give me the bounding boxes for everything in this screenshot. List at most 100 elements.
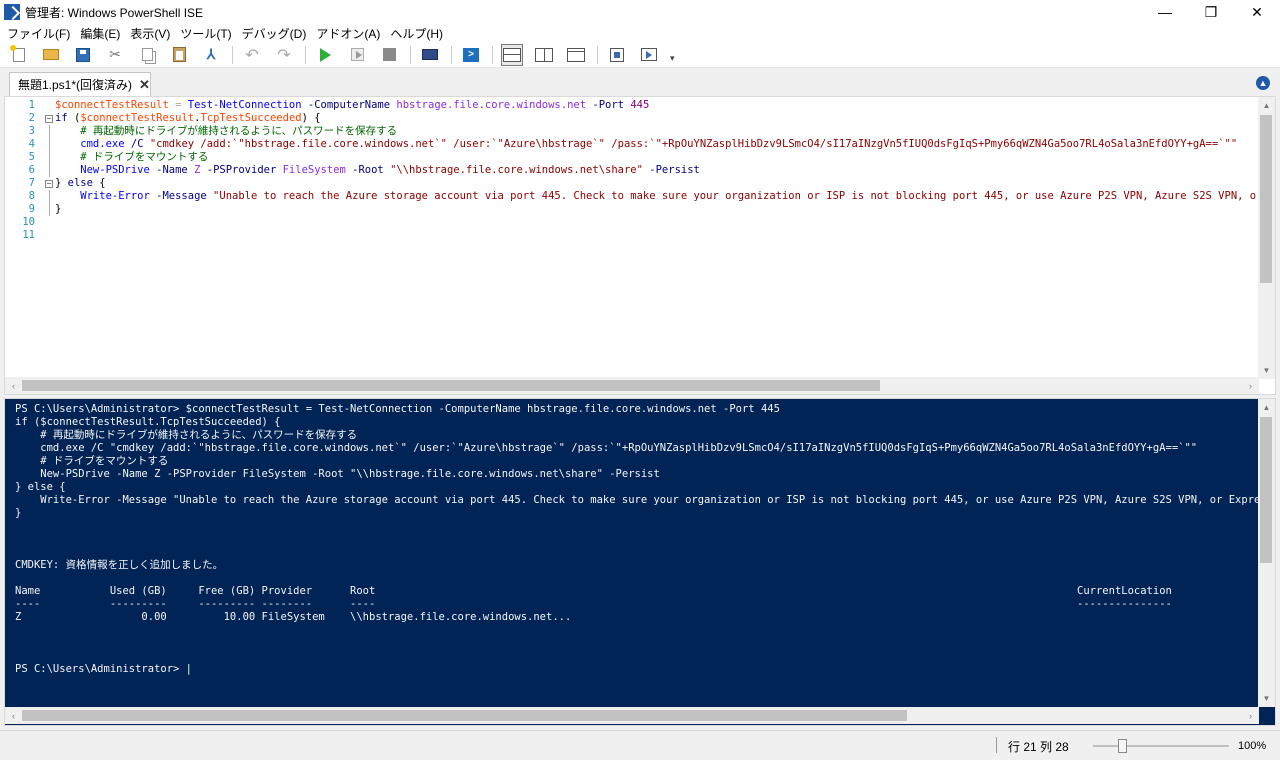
code-text: if ($connectTestResult.TcpTestSucceeded)… xyxy=(55,112,321,125)
editor-line[interactable]: 8 Write-Error -Message "Unable to reach … xyxy=(5,190,1259,203)
script-pane-maximized-button[interactable] xyxy=(565,44,587,66)
code-token: "\\hbstrage.file.core.windows.net\share" xyxy=(390,164,643,176)
editor-line[interactable]: 4 cmd.exe /C "cmdkey /add:`"hbstrage.fil… xyxy=(5,138,1259,151)
editor-line[interactable]: 11 xyxy=(5,229,1259,242)
toolbar-overflow-icon[interactable]: ▾ xyxy=(670,53,675,64)
copy-button[interactable] xyxy=(136,44,158,66)
scroll-right-icon[interactable]: › xyxy=(1242,377,1259,394)
fold-guide xyxy=(49,151,50,164)
code-token: -ComputerName xyxy=(301,99,397,111)
undo-button[interactable]: ↶ xyxy=(241,44,263,66)
line-number: 11 xyxy=(22,229,35,241)
scroll-up-icon[interactable]: ▲ xyxy=(1258,97,1275,114)
editor-line[interactable]: 6 New-PSDrive -Name Z -PSProvider FileSy… xyxy=(5,164,1259,177)
console-hscroll-thumb[interactable] xyxy=(22,710,907,721)
script-tab[interactable]: 無題1.ps1*(回復済み) ✕ xyxy=(9,72,151,96)
script-pane-top-button[interactable] xyxy=(501,43,523,66)
close-button[interactable]: ✕ xyxy=(1234,0,1280,24)
code-token: -Message xyxy=(149,190,214,202)
run-selection-button[interactable] xyxy=(346,44,368,66)
save-button[interactable] xyxy=(72,44,94,66)
editor-line[interactable]: 10 xyxy=(5,216,1259,229)
new-remote-tab-button[interactable] xyxy=(419,44,441,66)
code-text: } else { xyxy=(55,177,106,190)
code-text: cmd.exe /C "cmdkey /add:`"hbstrage.file.… xyxy=(55,138,1237,151)
collapse-script-pane-icon[interactable]: ▲ xyxy=(1256,76,1270,90)
show-command-window-button[interactable] xyxy=(606,44,628,66)
editor-hscroll-thumb[interactable] xyxy=(22,380,880,391)
cut-button[interactable]: ✂ xyxy=(104,44,126,66)
code-token: hbstrage.file.core.windows.net xyxy=(396,99,587,111)
menu-file[interactable]: ファイル(F) xyxy=(3,25,76,42)
menu-addons[interactable]: アドオン(A) xyxy=(312,25,386,42)
scroll-right-icon[interactable]: › xyxy=(1242,707,1259,724)
line-number: 4 xyxy=(28,138,35,150)
console-pane[interactable]: PS C:\Users\Administrator> $connectTestR… xyxy=(4,398,1276,726)
scroll-down-icon[interactable]: ▼ xyxy=(1258,690,1275,707)
run-script-button[interactable] xyxy=(314,44,336,66)
console-vscroll-thumb[interactable] xyxy=(1260,417,1272,563)
scroll-left-icon[interactable]: ‹ xyxy=(5,377,22,394)
editor-horizontal-scrollbar[interactable]: ‹ › xyxy=(5,377,1259,394)
minimize-button[interactable]: — xyxy=(1142,0,1188,24)
powershell-ise-icon xyxy=(4,4,20,20)
console-output[interactable]: PS C:\Users\Administrator> $connectTestR… xyxy=(15,403,1259,707)
stop-button[interactable] xyxy=(378,44,400,66)
console-line: PS C:\Users\Administrator> $connectTestR… xyxy=(15,403,780,415)
maximize-button[interactable]: ❐ xyxy=(1188,0,1234,24)
editor-vscroll-thumb[interactable] xyxy=(1260,115,1272,283)
scroll-down-icon[interactable]: ▼ xyxy=(1258,362,1275,379)
script-pane-right-button[interactable] xyxy=(533,44,555,66)
editor-line[interactable]: 9} xyxy=(5,203,1259,216)
editor-line[interactable]: 1 $connectTestResult = Test-NetConnection… xyxy=(5,99,1259,112)
scroll-up-icon[interactable]: ▲ xyxy=(1258,399,1275,416)
redo-button[interactable]: ↷ xyxy=(273,44,295,66)
code-token: ) { xyxy=(301,112,321,124)
powershell-icon: > xyxy=(463,47,479,62)
console-line: } else { xyxy=(15,481,66,493)
zoom-slider[interactable] xyxy=(1093,745,1229,747)
code-text: # 再起動時にドライブが維持されるように、パスワードを保存する xyxy=(55,125,397,138)
script-editor-text[interactable]: 1 $connectTestResult = Test-NetConnection… xyxy=(5,99,1259,379)
code-token: # 再起動時にドライブが維持されるように、パスワードを保存する xyxy=(55,125,398,137)
collapse-region-icon[interactable]: − xyxy=(45,180,53,188)
clear-console-button[interactable]: ⅄ xyxy=(200,44,222,66)
open-button[interactable] xyxy=(40,44,62,66)
editor-line[interactable]: 5 # ドライブをマウントする xyxy=(5,151,1259,164)
tab-close-icon[interactable]: ✕ xyxy=(139,77,150,93)
editor-line[interactable]: 2 − if ($connectTestResult.TcpTestSucceede… xyxy=(5,112,1259,125)
menu-help[interactable]: ヘルプ(H) xyxy=(386,25,449,42)
save-icon xyxy=(76,47,90,62)
script-editor[interactable]: 1 $connectTestResult = Test-NetConnection… xyxy=(4,96,1276,395)
editor-vertical-scrollbar[interactable]: ▲ ▼ xyxy=(1258,97,1275,379)
menu-edit[interactable]: 編集(E) xyxy=(76,25,126,42)
zoom-slider-thumb[interactable] xyxy=(1118,739,1127,753)
editor-line[interactable]: 3 # 再起動時にドライブが維持されるように、パスワードを保存する xyxy=(5,125,1259,138)
console-horizontal-scrollbar[interactable]: ‹ › xyxy=(5,707,1259,724)
line-number: 1 xyxy=(28,99,35,111)
code-token: $connectTestResult xyxy=(80,112,195,124)
fold-guide xyxy=(49,164,50,177)
run-selection-icon xyxy=(350,48,364,61)
scroll-left-icon[interactable]: ‹ xyxy=(5,707,22,724)
stop-icon xyxy=(382,48,396,61)
clipboard-icon xyxy=(172,47,186,62)
collapse-region-icon[interactable]: − xyxy=(45,115,53,123)
menu-view[interactable]: 表示(V) xyxy=(126,25,176,42)
remote-icon xyxy=(422,49,438,60)
undo-icon: ↶ xyxy=(245,46,259,64)
start-powershell-button[interactable]: > xyxy=(460,44,482,66)
menu-tools[interactable]: ツール(T) xyxy=(176,25,237,42)
code-token: -PSProvider xyxy=(200,164,283,176)
console-vertical-scrollbar[interactable]: ▲ ▼ xyxy=(1258,399,1275,707)
editor-line[interactable]: 7 −} else { xyxy=(5,177,1259,190)
powershell-ise-window: 管理者: Windows PowerShell ISE — ❐ ✕ ファイル(F… xyxy=(0,0,1280,760)
paste-button[interactable] xyxy=(168,44,190,66)
new-script-button[interactable] xyxy=(8,44,30,66)
show-command-addon-button[interactable] xyxy=(638,44,660,66)
code-token: "cmdkey /add:`"hbstrage.file.core.window… xyxy=(149,138,1238,150)
menu-debug[interactable]: デバッグ(D) xyxy=(238,25,313,42)
code-token: = xyxy=(168,99,188,111)
